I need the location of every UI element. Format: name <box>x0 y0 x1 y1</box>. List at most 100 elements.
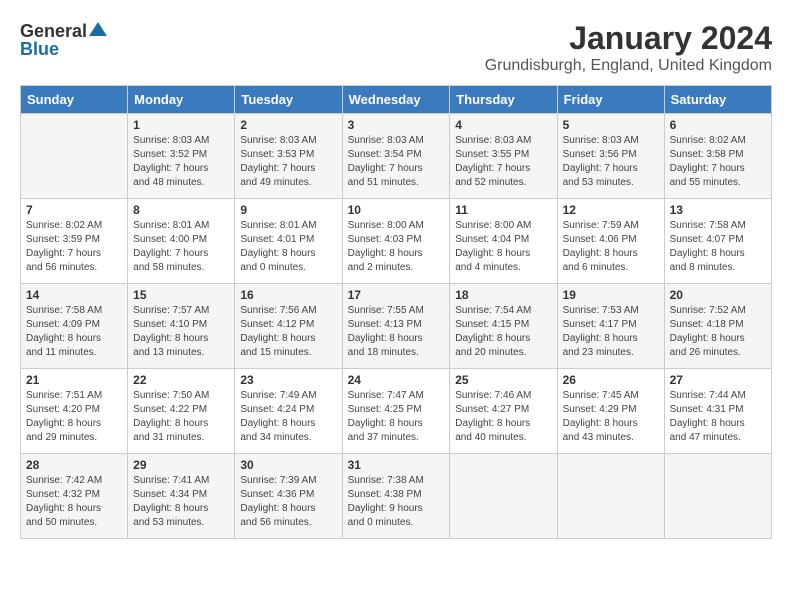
day-number: 6 <box>670 118 766 132</box>
calendar-cell: 14Sunrise: 7:58 AMSunset: 4:09 PMDayligh… <box>21 284 128 369</box>
day-number: 29 <box>133 458 229 472</box>
day-number: 20 <box>670 288 766 302</box>
day-number: 13 <box>670 203 766 217</box>
day-number: 5 <box>563 118 659 132</box>
month-title: January 2024 <box>485 20 772 57</box>
calendar-cell: 18Sunrise: 7:54 AMSunset: 4:15 PMDayligh… <box>450 284 557 369</box>
day-info: Sunrise: 8:03 AMSunset: 3:55 PMDaylight:… <box>455 134 551 190</box>
calendar-cell: 9 Sunrise: 8:01 AMSunset: 4:01 PMDaylight… <box>235 199 342 284</box>
calendar-week-row: 7Sunrise: 8:02 AMSunset: 3:59 PMDaylight… <box>21 199 772 284</box>
calendar-cell: 24 Sunrise: 7:47 AMSunset: 4:25 PMDayligh… <box>342 369 450 454</box>
calendar-cell: 7Sunrise: 8:02 AMSunset: 3:59 PMDaylight… <box>21 199 128 284</box>
day-number: 28 <box>26 458 122 472</box>
day-number: 2 <box>240 118 336 132</box>
calendar-cell: 20 Sunrise: 7:52 AMSunset: 4:18 PMDayligh… <box>664 284 771 369</box>
calendar-cell: 16Sunrise: 7:56 AMSunset: 4:12 PMDayligh… <box>235 284 342 369</box>
calendar-week-row: 21 Sunrise: 7:51 AMSunset: 4:20 PMDayligh… <box>21 369 772 454</box>
day-number: 22 <box>133 373 229 387</box>
title-section: January 2024 Grundisburgh, England, Unit… <box>485 20 772 75</box>
calendar-cell: 6 Sunrise: 8:02 AMSunset: 3:58 PMDaylight… <box>664 114 771 199</box>
day-info: Sunrise: 7:58 AMSunset: 4:07 PMDaylight:… <box>670 219 766 275</box>
location-title: Grundisburgh, England, United Kingdom <box>485 57 772 75</box>
day-info: Sunrise: 8:03 AMSunset: 3:53 PMDaylight:… <box>240 134 336 190</box>
header-wednesday: Wednesday <box>342 86 450 114</box>
calendar-cell: 23 Sunrise: 7:49 AMSunset: 4:24 PMDayligh… <box>235 369 342 454</box>
day-number: 15 <box>133 288 229 302</box>
header-saturday: Saturday <box>664 86 771 114</box>
calendar-cell: 12 Sunrise: 7:59 AMSunset: 4:06 PMDayligh… <box>557 199 664 284</box>
day-info: Sunrise: 7:47 AMSunset: 4:25 PMDaylight:… <box>348 389 445 445</box>
logo-icon <box>89 20 107 43</box>
calendar-table: SundayMondayTuesdayWednesdayThursdayFrid… <box>20 85 772 539</box>
day-number: 25 <box>455 373 551 387</box>
day-number: 18 <box>455 288 551 302</box>
day-number: 7 <box>26 203 122 217</box>
header-tuesday: Tuesday <box>235 86 342 114</box>
day-number: 24 <box>348 373 445 387</box>
day-number: 17 <box>348 288 445 302</box>
day-info: Sunrise: 7:44 AMSunset: 4:31 PMDaylight:… <box>670 389 766 445</box>
day-info: Sunrise: 7:57 AMSunset: 4:10 PMDaylight:… <box>133 304 229 360</box>
calendar-cell: 10 Sunrise: 8:00 AMSunset: 4:03 PMDayligh… <box>342 199 450 284</box>
day-info: Sunrise: 7:39 AMSunset: 4:36 PMDaylight:… <box>240 474 336 530</box>
day-info: Sunrise: 7:52 AMSunset: 4:18 PMDaylight:… <box>670 304 766 360</box>
calendar-cell: 30 Sunrise: 7:39 AMSunset: 4:36 PMDayligh… <box>235 454 342 539</box>
calendar-cell: 29 Sunrise: 7:41 AMSunset: 4:34 PMDayligh… <box>128 454 235 539</box>
calendar-cell <box>557 454 664 539</box>
day-info: Sunrise: 7:38 AMSunset: 4:38 PMDaylight:… <box>348 474 445 530</box>
logo: General Blue <box>20 20 107 60</box>
calendar-cell: 2 Sunrise: 8:03 AMSunset: 3:53 PMDaylight… <box>235 114 342 199</box>
day-number: 10 <box>348 203 445 217</box>
day-info: Sunrise: 8:03 AMSunset: 3:54 PMDaylight:… <box>348 134 445 190</box>
day-info: Sunrise: 8:00 AMSunset: 4:03 PMDaylight:… <box>348 219 445 275</box>
day-info: Sunrise: 7:49 AMSunset: 4:24 PMDaylight:… <box>240 389 336 445</box>
day-info: Sunrise: 8:02 AMSunset: 3:58 PMDaylight:… <box>670 134 766 190</box>
calendar-week-row: 28Sunrise: 7:42 AMSunset: 4:32 PMDayligh… <box>21 454 772 539</box>
day-number: 21 <box>26 373 122 387</box>
calendar-cell: 25 Sunrise: 7:46 AMSunset: 4:27 PMDayligh… <box>450 369 557 454</box>
day-info: Sunrise: 7:45 AMSunset: 4:29 PMDaylight:… <box>563 389 659 445</box>
calendar-header-row: SundayMondayTuesdayWednesdayThursdayFrid… <box>21 86 772 114</box>
day-info: Sunrise: 7:46 AMSunset: 4:27 PMDaylight:… <box>455 389 551 445</box>
calendar-cell: 4 Sunrise: 8:03 AMSunset: 3:55 PMDaylight… <box>450 114 557 199</box>
calendar-cell: 11Sunrise: 8:00 AMSunset: 4:04 PMDayligh… <box>450 199 557 284</box>
calendar-cell: 28Sunrise: 7:42 AMSunset: 4:32 PMDayligh… <box>21 454 128 539</box>
calendar-cell <box>664 454 771 539</box>
calendar-cell <box>450 454 557 539</box>
day-number: 12 <box>563 203 659 217</box>
logo-blue-text: Blue <box>20 39 59 60</box>
day-info: Sunrise: 7:53 AMSunset: 4:17 PMDaylight:… <box>563 304 659 360</box>
day-info: Sunrise: 7:59 AMSunset: 4:06 PMDaylight:… <box>563 219 659 275</box>
day-info: Sunrise: 7:51 AMSunset: 4:20 PMDaylight:… <box>26 389 122 445</box>
calendar-cell: 3Sunrise: 8:03 AMSunset: 3:54 PMDaylight… <box>342 114 450 199</box>
day-info: Sunrise: 8:03 AMSunset: 3:56 PMDaylight:… <box>563 134 659 190</box>
day-number: 9 <box>240 203 336 217</box>
day-info: Sunrise: 7:55 AMSunset: 4:13 PMDaylight:… <box>348 304 445 360</box>
day-number: 16 <box>240 288 336 302</box>
day-info: Sunrise: 8:03 AMSunset: 3:52 PMDaylight:… <box>133 134 229 190</box>
calendar-cell: 5 Sunrise: 8:03 AMSunset: 3:56 PMDaylight… <box>557 114 664 199</box>
day-number: 26 <box>563 373 659 387</box>
calendar-cell: 21 Sunrise: 7:51 AMSunset: 4:20 PMDayligh… <box>21 369 128 454</box>
calendar-cell: 13 Sunrise: 7:58 AMSunset: 4:07 PMDayligh… <box>664 199 771 284</box>
day-info: Sunrise: 8:01 AMSunset: 4:01 PMDaylight:… <box>240 219 336 275</box>
day-number: 30 <box>240 458 336 472</box>
day-number: 4 <box>455 118 551 132</box>
day-number: 23 <box>240 373 336 387</box>
calendar-cell: 31 Sunrise: 7:38 AMSunset: 4:38 PMDayligh… <box>342 454 450 539</box>
calendar-cell: 15 Sunrise: 7:57 AMSunset: 4:10 PMDayligh… <box>128 284 235 369</box>
day-number: 8 <box>133 203 229 217</box>
calendar-week-row: 14Sunrise: 7:58 AMSunset: 4:09 PMDayligh… <box>21 284 772 369</box>
header-monday: Monday <box>128 86 235 114</box>
page-header: General Blue January 2024 Grundisburgh, … <box>20 20 772 75</box>
day-number: 31 <box>348 458 445 472</box>
header-sunday: Sunday <box>21 86 128 114</box>
calendar-cell: 27Sunrise: 7:44 AMSunset: 4:31 PMDayligh… <box>664 369 771 454</box>
day-info: Sunrise: 7:50 AMSunset: 4:22 PMDaylight:… <box>133 389 229 445</box>
day-info: Sunrise: 7:41 AMSunset: 4:34 PMDaylight:… <box>133 474 229 530</box>
day-number: 11 <box>455 203 551 217</box>
day-number: 19 <box>563 288 659 302</box>
header-thursday: Thursday <box>450 86 557 114</box>
calendar-cell: 1Sunrise: 8:03 AMSunset: 3:52 PMDaylight… <box>128 114 235 199</box>
calendar-cell <box>21 114 128 199</box>
